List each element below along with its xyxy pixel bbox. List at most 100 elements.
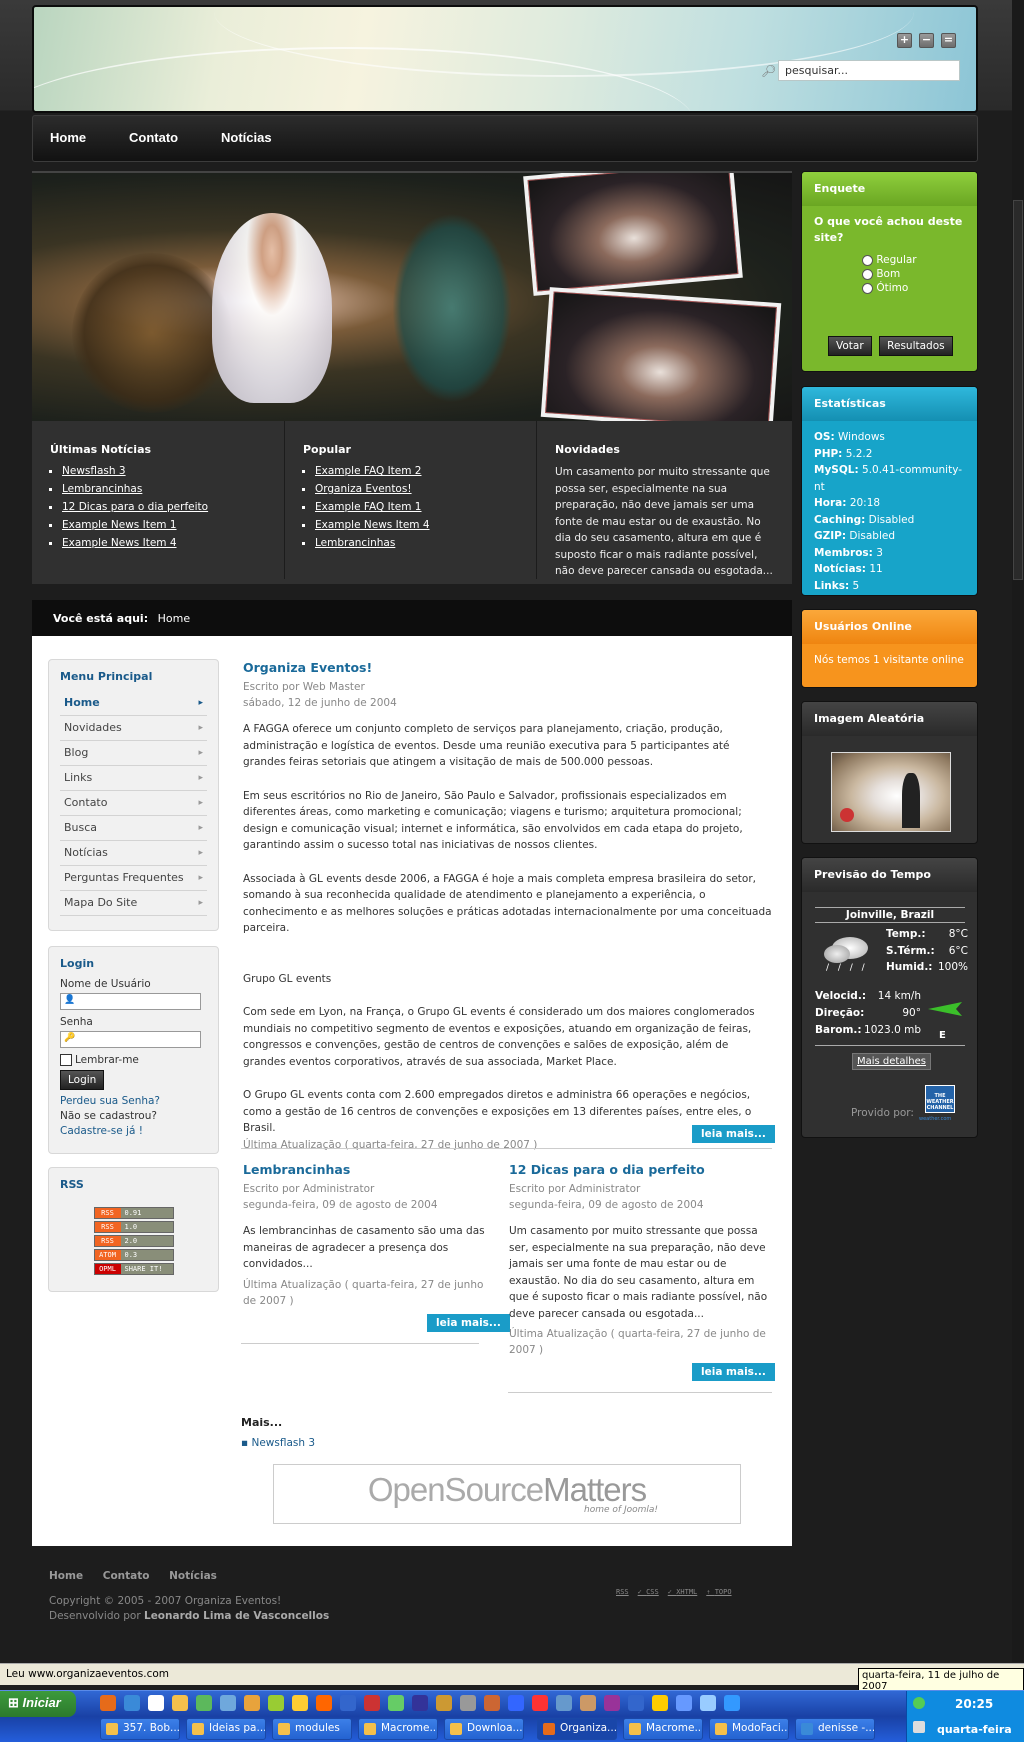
rss-valid-badge[interactable]: RSS <box>616 1588 629 1596</box>
app-quicklaunch-icon[interactable] <box>292 1695 308 1711</box>
read-more-button[interactable]: leia mais... <box>692 1125 775 1143</box>
opml-badge[interactable]: OPML SHARE IT! <box>93 1263 174 1275</box>
app-quicklaunch-icon[interactable] <box>244 1695 260 1711</box>
app-quicklaunch-icon[interactable] <box>484 1695 500 1711</box>
article-title[interactable]: 12 Dicas para o dia perfeito <box>509 1162 773 1177</box>
app-quicklaunch-icon[interactable] <box>412 1695 428 1711</box>
app-quicklaunch-icon[interactable] <box>604 1695 620 1711</box>
read-more-button[interactable]: leia mais... <box>427 1314 510 1332</box>
font-decrease-button[interactable]: − <box>919 33 934 48</box>
taskbar-button[interactable]: Downloa... <box>444 1718 524 1740</box>
app-quicklaunch-icon[interactable] <box>532 1695 548 1711</box>
app-quicklaunch-icon[interactable] <box>268 1695 284 1711</box>
app-quicklaunch-icon[interactable] <box>460 1695 476 1711</box>
app-quicklaunch-icon[interactable] <box>676 1695 692 1711</box>
popular-link[interactable]: Example FAQ Item 1 <box>315 501 422 513</box>
folder-quicklaunch-icon[interactable] <box>172 1695 188 1711</box>
article-title[interactable]: Organiza Eventos! <box>243 660 773 675</box>
scrollbar-track[interactable] <box>1012 0 1024 1662</box>
latest-news-link[interactable]: Example News Item 4 <box>62 537 177 549</box>
taskbar-button[interactable]: Ideias pa... <box>186 1718 266 1740</box>
forgot-password-link[interactable]: Perdeu sua Senha? <box>60 1095 207 1107</box>
search-input[interactable] <box>778 60 960 81</box>
menu-item-busca[interactable]: Busca ▸ <box>60 816 207 841</box>
mail-tray-icon[interactable] <box>913 1721 925 1733</box>
remember-checkbox[interactable] <box>60 1054 72 1066</box>
scrollbar-thumb[interactable] <box>1013 200 1023 580</box>
password-field[interactable]: 🔑 <box>60 1031 201 1048</box>
app-quicklaunch-icon[interactable] <box>196 1695 212 1711</box>
rss-10-badge[interactable]: RSS 1.0 <box>93 1221 174 1233</box>
menu-item-blog[interactable]: Blog ▸ <box>60 741 207 766</box>
font-increase-button[interactable]: + <box>897 33 912 48</box>
results-button[interactable]: Resultados <box>879 336 953 356</box>
rss-20-badge[interactable]: RSS 2.0 <box>93 1235 174 1247</box>
taskbar-button[interactable]: ModoFaci... <box>709 1718 789 1740</box>
nav-home[interactable]: Home <box>50 130 86 145</box>
app-quicklaunch-icon[interactable] <box>508 1695 524 1711</box>
username-field[interactable]: 👤 <box>60 993 201 1010</box>
menu-item-sitemap[interactable]: Mapa Do Site ▸ <box>60 891 207 916</box>
popular-link[interactable]: Example News Item 4 <box>315 519 430 531</box>
nav-noticias[interactable]: Notícias <box>221 130 272 145</box>
latest-news-link[interactable]: 12 Dicas para o dia perfeito <box>62 501 208 513</box>
read-more-button[interactable]: leia mais... <box>692 1363 775 1381</box>
app-quicklaunch-icon[interactable] <box>388 1695 404 1711</box>
popular-link[interactable]: Example FAQ Item 2 <box>315 465 422 477</box>
login-button[interactable]: Login <box>60 1070 105 1090</box>
opensourcematters-logo[interactable]: OpenSourceMatters home of Joomla! <box>273 1464 741 1524</box>
taskbar-button[interactable]: 357. Bob... <box>100 1718 180 1740</box>
media-player-quicklaunch-icon[interactable] <box>148 1695 164 1711</box>
taskbar-button[interactable]: Macrome... <box>358 1718 438 1740</box>
app-quicklaunch-icon[interactable] <box>700 1695 716 1711</box>
back-to-top-link[interactable]: ⇡ TOPO <box>706 1588 731 1596</box>
taskbar-button-active[interactable]: Organiza... <box>537 1718 617 1740</box>
taskbar-button[interactable]: modules <box>272 1718 352 1740</box>
more-link[interactable]: Newsflash 3 <box>251 1437 315 1449</box>
app-quicklaunch-icon[interactable] <box>556 1695 572 1711</box>
poll-radio[interactable] <box>862 282 873 294</box>
article-title[interactable]: Lembrancinhas <box>243 1162 491 1177</box>
rss-091-badge[interactable]: RSS 0.91 <box>93 1207 174 1219</box>
app-quicklaunch-icon[interactable] <box>724 1695 740 1711</box>
random-wedding-image[interactable] <box>831 752 951 832</box>
menu-item-home[interactable]: Home ▸ <box>60 691 207 716</box>
poll-radio[interactable] <box>862 254 873 266</box>
latest-news-link[interactable]: Lembrancinhas <box>62 483 142 495</box>
css-valid-badge[interactable]: ✓ CSS <box>638 1588 659 1596</box>
taskbar-button[interactable]: denisse -... <box>795 1718 875 1740</box>
vote-button[interactable]: Votar <box>828 336 872 356</box>
star-quicklaunch-icon[interactable] <box>652 1695 668 1711</box>
weather-channel-logo[interactable]: THE WEATHER CHANNEL <box>925 1085 955 1113</box>
font-reset-button[interactable]: = <box>941 33 956 48</box>
popular-link[interactable]: Organiza Eventos! <box>315 483 412 495</box>
weather-details-link[interactable]: Mais detalhes <box>852 1053 931 1070</box>
app-quicklaunch-icon[interactable] <box>436 1695 452 1711</box>
taskbar-button[interactable]: Macrome... <box>623 1718 703 1740</box>
clock[interactable]: 20:25 <box>955 1697 993 1711</box>
app-quicklaunch-icon[interactable] <box>364 1695 380 1711</box>
messenger-tray-icon[interactable] <box>913 1697 925 1709</box>
xhtml-valid-badge[interactable]: ✓ XHTML <box>668 1588 698 1596</box>
menu-item-novidades[interactable]: Novidades ▸ <box>60 716 207 741</box>
poll-radio[interactable] <box>862 268 873 280</box>
menu-item-contato[interactable]: Contato ▸ <box>60 791 207 816</box>
app-quicklaunch-icon[interactable] <box>316 1695 332 1711</box>
nav-contato[interactable]: Contato <box>129 130 178 145</box>
app-quicklaunch-icon[interactable] <box>340 1695 356 1711</box>
register-link[interactable]: Cadastre-se já ! <box>60 1125 207 1137</box>
footer-link-contato[interactable]: Contato <box>103 1570 150 1582</box>
menu-item-faq[interactable]: Perguntas Frequentes ▸ <box>60 866 207 891</box>
app-quicklaunch-icon[interactable] <box>628 1695 644 1711</box>
footer-link-noticias[interactable]: Notícias <box>169 1570 217 1582</box>
popular-link[interactable]: Lembrancinhas <box>315 537 395 549</box>
latest-news-link[interactable]: Newsflash 3 <box>62 465 126 477</box>
app-quicklaunch-icon[interactable] <box>220 1695 236 1711</box>
app-quicklaunch-icon[interactable] <box>580 1695 596 1711</box>
firefox-quicklaunch-icon[interactable] <box>100 1695 116 1711</box>
atom-03-badge[interactable]: ATOM 0.3 <box>93 1249 174 1261</box>
menu-item-links[interactable]: Links ▸ <box>60 766 207 791</box>
ie-quicklaunch-icon[interactable] <box>124 1695 140 1711</box>
latest-news-link[interactable]: Example News Item 1 <box>62 519 177 531</box>
start-button[interactable]: ⊞ Iniciar <box>0 1691 76 1717</box>
